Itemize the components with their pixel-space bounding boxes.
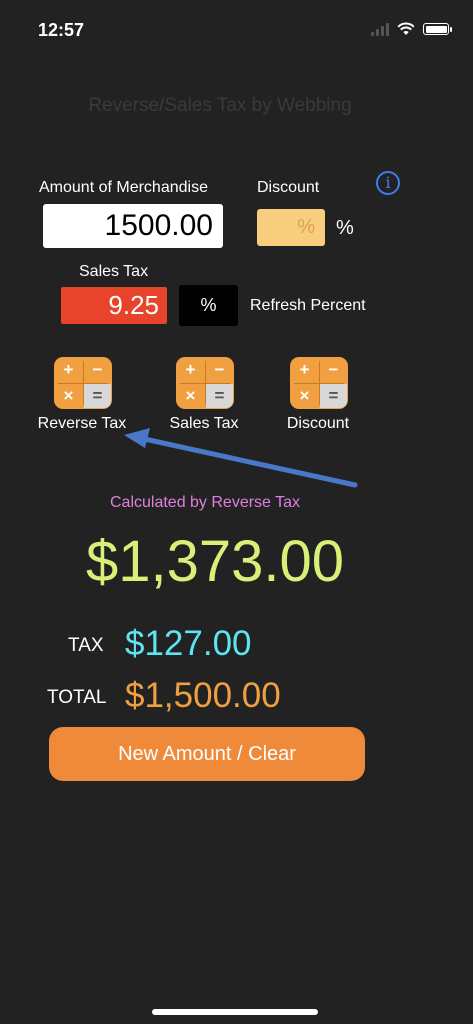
- refresh-percent-label[interactable]: Refresh Percent: [250, 297, 366, 315]
- discount-label: Discount: [257, 179, 320, 196]
- discount-button-label[interactable]: Discount: [258, 415, 378, 433]
- annotation-arrow-icon: [124, 428, 358, 488]
- amount-input[interactable]: 1500.00: [43, 204, 223, 248]
- wifi-icon: [397, 22, 415, 35]
- equals-symbol: =: [320, 384, 347, 408]
- minus-symbol: −: [214, 360, 225, 379]
- total-value: $1,500.00: [125, 676, 281, 715]
- tax-label: TAX: [68, 635, 104, 656]
- sales-tax-input[interactable]: 9.25: [61, 287, 167, 324]
- minus-symbol: −: [92, 360, 103, 379]
- cellular-signal-icon: [371, 22, 389, 36]
- discount-calculator-icon[interactable]: + − × =: [290, 357, 348, 409]
- status-icons: [371, 22, 452, 36]
- status-time: 12:57: [38, 20, 85, 40]
- app-title: Reverse/Sales Tax by Webbing: [88, 95, 352, 116]
- plus-symbol: +: [63, 360, 74, 379]
- times-symbol: ×: [185, 386, 196, 405]
- plus-symbol: +: [185, 360, 196, 379]
- times-symbol: ×: [63, 386, 74, 405]
- discount-input[interactable]: %: [257, 209, 325, 246]
- amount-label: Amount of Merchandise: [39, 179, 208, 196]
- percent-button[interactable]: %: [179, 285, 238, 326]
- minus-symbol: −: [328, 360, 339, 379]
- result-amount: $1,373.00: [85, 529, 345, 594]
- plus-symbol: +: [299, 360, 310, 379]
- info-icon[interactable]: i: [376, 171, 400, 195]
- new-amount-clear-button[interactable]: New Amount / Clear: [49, 727, 365, 781]
- tax-value: $127.00: [125, 624, 252, 663]
- battery-icon: [423, 23, 452, 35]
- sales-tax-calculator-icon[interactable]: + − × =: [176, 357, 234, 409]
- equals-symbol: =: [206, 384, 233, 408]
- equals-symbol: =: [84, 384, 111, 408]
- times-symbol: ×: [299, 386, 310, 405]
- reverse-tax-calculator-icon[interactable]: + − × =: [54, 357, 112, 409]
- total-label: TOTAL: [47, 687, 107, 708]
- sales-tax-button-label[interactable]: Sales Tax: [144, 415, 264, 433]
- calculated-by-label: Calculated by Reverse Tax: [109, 494, 301, 511]
- sales-tax-label: Sales Tax: [79, 263, 149, 280]
- discount-percent-sign: %: [336, 217, 354, 239]
- reverse-tax-button-label[interactable]: Reverse Tax: [22, 415, 142, 433]
- home-indicator[interactable]: [152, 1009, 318, 1015]
